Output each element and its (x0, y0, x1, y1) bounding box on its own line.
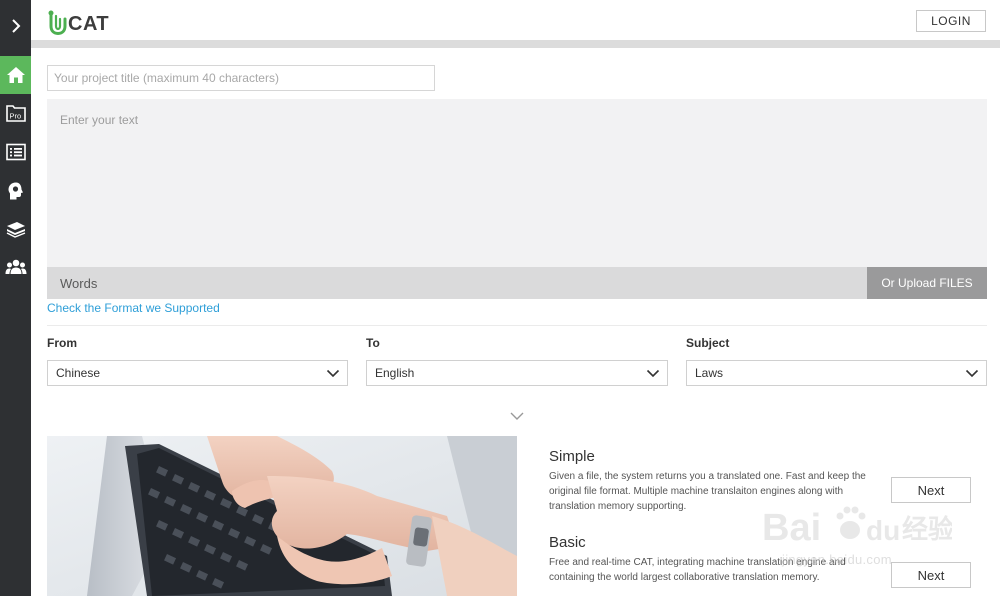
svg-text:Pro: Pro (9, 112, 21, 121)
head-bulb-icon (8, 182, 23, 200)
chevron-down-icon (326, 369, 340, 378)
sidebar-item-users[interactable] (0, 248, 31, 286)
plan-basic-description: Free and real-time CAT, integrating mach… (549, 557, 846, 583)
plan-basic-next-button[interactable]: Next (891, 562, 971, 588)
users-icon (5, 259, 26, 274)
svg-text:du: du (866, 515, 900, 546)
from-language-select[interactable]: Chinese (47, 360, 348, 386)
sidebar-toggle[interactable] (0, 0, 31, 52)
chevron-right-icon (11, 19, 20, 33)
sidebar-item-books[interactable] (0, 210, 31, 248)
ucat-logo[interactable]: CAT (48, 6, 109, 36)
list-icon (5, 143, 26, 161)
words-label: Words (60, 275, 98, 291)
source-text-area[interactable] (47, 99, 987, 267)
sidebar: Pro (0, 0, 31, 596)
upload-files-button[interactable]: Or Upload FILES (867, 267, 987, 299)
plan-simple-next-button[interactable]: Next (891, 477, 971, 503)
sidebar-item-knowledge[interactable] (0, 172, 31, 210)
login-button[interactable]: LOGIN (916, 10, 986, 32)
subject-select[interactable]: Laws (686, 360, 987, 386)
subject-label: Subject (686, 336, 730, 350)
from-label: From (47, 336, 77, 350)
top-header: CAT LOGIN (31, 0, 1000, 40)
project-title-input[interactable] (47, 65, 435, 91)
section-divider (47, 325, 987, 326)
expand-chevron-icon[interactable] (509, 410, 525, 422)
chevron-down-icon (965, 369, 979, 378)
subject-value: Laws (695, 366, 724, 380)
to-language-select[interactable]: English (366, 360, 668, 386)
books-icon (6, 222, 25, 238)
to-language-value: English (375, 366, 415, 380)
sidebar-item-home[interactable] (0, 56, 31, 94)
supported-format-link[interactable]: Check the Format we Supported (47, 301, 220, 315)
laptop-illustration (47, 436, 517, 596)
pro-icon: Pro (5, 105, 26, 122)
logo-text: CAT (68, 13, 110, 35)
header-divider-bar (31, 40, 1000, 48)
plan-simple-title: Simple (549, 448, 595, 465)
sidebar-item-list[interactable] (0, 133, 31, 171)
plan-basic-title: Basic (549, 534, 586, 551)
logo-u-icon (48, 10, 67, 36)
plan-simple-description: Given a file, the system returns you a t… (549, 471, 866, 512)
laptop-typing-image (47, 436, 517, 596)
home-icon (6, 67, 25, 83)
chevron-down-icon (646, 369, 660, 378)
svg-text:经验: 经验 (902, 514, 952, 545)
to-label: To (366, 336, 380, 350)
sidebar-item-pro[interactable]: Pro (0, 94, 31, 132)
word-count-bar: Words (47, 267, 867, 299)
from-language-value: Chinese (56, 366, 101, 380)
